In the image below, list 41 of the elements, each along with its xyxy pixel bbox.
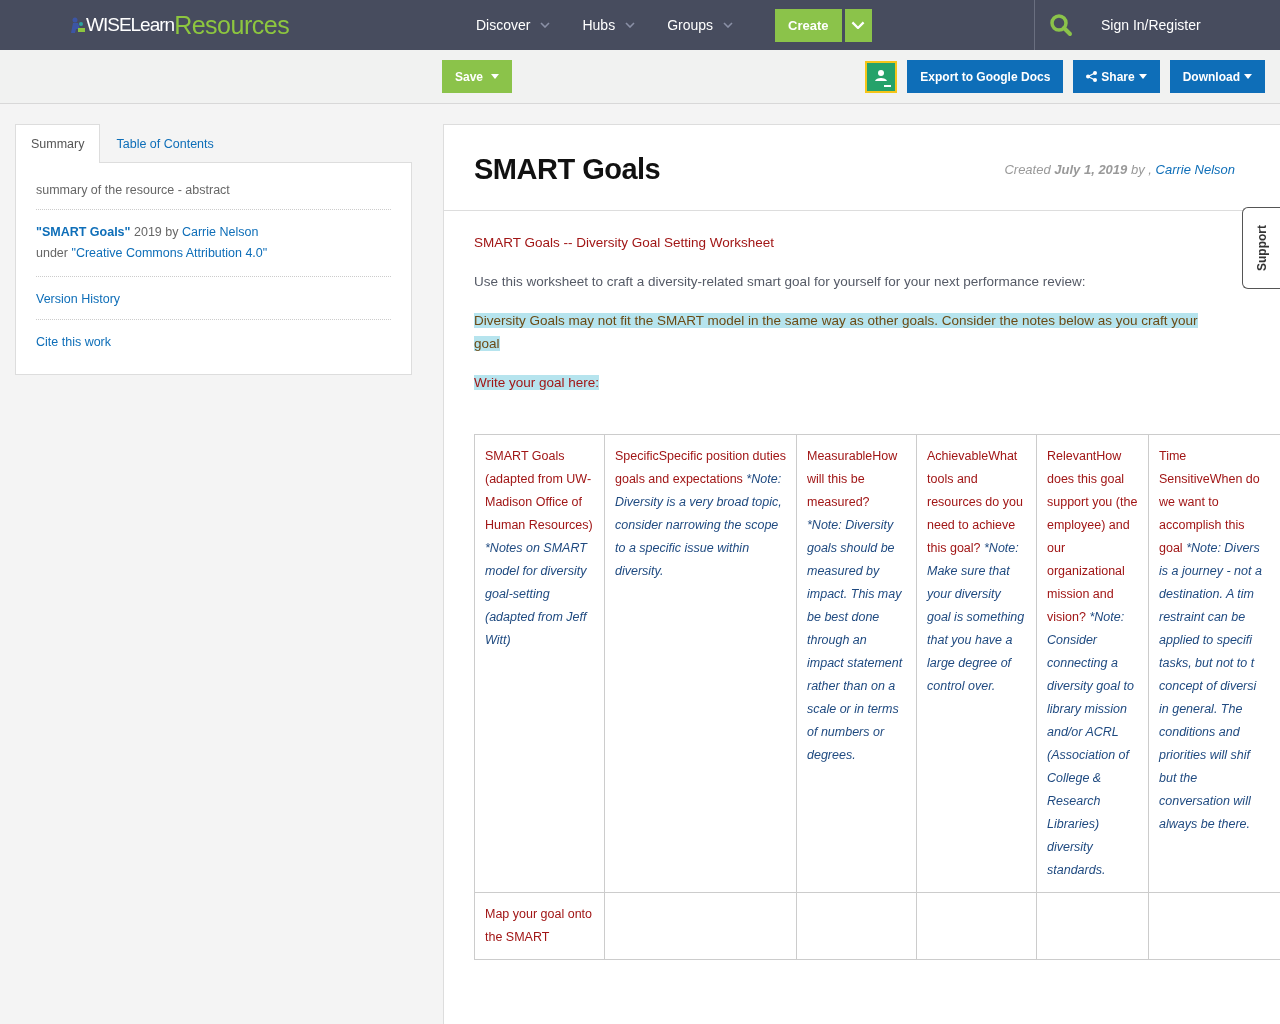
table-cell-text: MeasurableHow will this be measured? *Note: Diversity goals should be measured by impact. This may be best done through an impact statement rather than on a scale or in terms of numbers or degrees. bbox=[807, 448, 904, 764]
caret-icon bbox=[1244, 74, 1252, 79]
attribution-text: "SMART Goals" 2019 by Carrie Nelson under "Creative Commons Attribution 4.0" bbox=[36, 224, 269, 262]
support-tab[interactable]: Support bbox=[1242, 207, 1280, 289]
author-link[interactable]: Carrie Nelson bbox=[1155, 162, 1235, 177]
table-cell-text: Map your goal onto the SMART bbox=[485, 906, 593, 946]
share-button[interactable]: Share bbox=[1073, 60, 1160, 93]
caret-icon bbox=[491, 74, 499, 79]
caret-icon bbox=[1138, 74, 1147, 79]
table-cell-text: Time SensitiveWhen do we want to accomplish this goal *Note: Divers is a journey - not a destination. A tim restraint can be applied to specifi tasks, but not to t concept of diversi in general. The conditions and priorities will shif but the conversation will always be there. bbox=[1159, 448, 1263, 833]
table-cell-text: SpecificSpecific position duties goals and expectations *Note: Diversity is a very broad topic, consider narrowing the scope to a specific issue within diversity. bbox=[615, 448, 786, 580]
title-link[interactable]: "SMART Goals" bbox=[36, 225, 131, 239]
license-link[interactable]: "Creative Commons Attribution 4.0" bbox=[71, 246, 268, 260]
tab[interactable]: Table of Contents bbox=[100, 124, 230, 163]
worksheet-heading: SMART Goals -- Diversity Goal Setting Worksheet bbox=[474, 234, 776, 252]
author-link[interactable]: Carrie Nelson bbox=[181, 225, 259, 239]
logo[interactable]: WISELearnResources bbox=[68, 10, 448, 40]
sign-in-link[interactable]: Sign In/Register bbox=[1101, 17, 1201, 33]
chevron-down-icon bbox=[851, 20, 866, 30]
table-cell-text: RelevantHow does this goal support you (the employee) and our organizational mission and vision? *Note: Consider connecting a diversity goal to library mission and/or ACRL (Association of College & Research Libraries) diversity standards. bbox=[1047, 448, 1138, 879]
goal-prompt: Write your goal here: bbox=[474, 374, 601, 392]
table-cell-text: SMART Goals (adapted from UW-Madison Office of Human Resources) *Notes on SMART model for diversity goal-setting (adapted from Jeff Witt) bbox=[485, 448, 594, 649]
created-info: Created July 1, 2019 by , Carrie Nelson bbox=[1004, 162, 1235, 177]
summary-text: summary of the resource - abstract bbox=[36, 183, 231, 197]
nav-menu[interactable]: Discover bbox=[476, 17, 551, 33]
people-icon bbox=[68, 17, 86, 33]
nav-menu[interactable]: Groups bbox=[667, 17, 734, 33]
tab[interactable]: Summary bbox=[15, 124, 101, 163]
share-icon bbox=[1086, 71, 1098, 82]
search-icon[interactable] bbox=[1049, 13, 1073, 37]
sidebar-link[interactable]: Version History bbox=[36, 292, 121, 306]
nav-menu[interactable]: Hubs bbox=[582, 17, 636, 33]
sidebar-link[interactable]: Cite this work bbox=[36, 335, 112, 349]
create-dropdown-button[interactable] bbox=[844, 8, 872, 42]
table-cell-text: AchievableWhat tools and resources do you need to achieve this goal? *Note: Make sure that your diversity goal is something that you have a large degree of control over. bbox=[927, 448, 1026, 695]
download-button[interactable]: Download bbox=[1169, 60, 1265, 93]
highlighted-note: Diversity Goals may not fit the SMART model in the same way as other goals. Consider the notes below as you craft your goal bbox=[474, 312, 1199, 353]
classroom-icon[interactable] bbox=[865, 60, 898, 93]
export-button[interactable]: Export to Google Docs bbox=[907, 60, 1064, 93]
article-title: SMART Goals bbox=[474, 153, 661, 186]
intro-text: Use this worksheet to craft a diversity-related smart goal for yourself for your next performance review: bbox=[474, 273, 1087, 291]
